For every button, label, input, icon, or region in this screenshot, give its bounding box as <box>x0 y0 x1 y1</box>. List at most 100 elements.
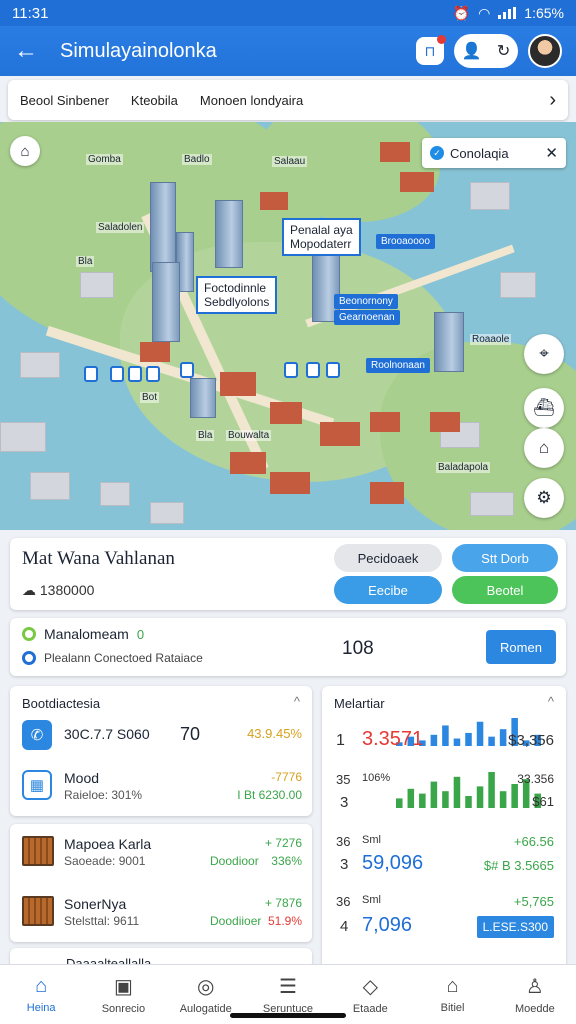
nav-bitiel[interactable]: ⌂ Bitiel <box>411 965 493 1024</box>
account-toggle[interactable]: 👤 ↻ <box>454 34 518 68</box>
map-label: Saladolen <box>96 222 145 233</box>
action-button-1[interactable]: Pecidoaek <box>334 544 442 572</box>
map-roof <box>400 172 434 192</box>
pin-drop-icon[interactable]: ⌂ <box>524 428 564 468</box>
avatar[interactable] <box>528 34 562 68</box>
action-button-2[interactable]: Stt Dorb <box>452 544 558 572</box>
info-title: Manalomeam <box>44 626 129 642</box>
map-tag[interactable]: Beonornony <box>334 294 398 309</box>
metric-right: +5,765 <box>513 894 554 909</box>
metric-value: 7,096 <box>362 914 413 936</box>
metric-left: 3 <box>340 794 349 811</box>
info-badge: 0 <box>136 626 145 642</box>
map-pin[interactable] <box>306 362 320 378</box>
info-button[interactable]: Romen <box>486 630 556 664</box>
map-tag[interactable]: Brooaoooo <box>376 234 435 249</box>
map-roof <box>370 482 404 504</box>
map-pin[interactable] <box>110 366 124 382</box>
chart-bar <box>442 791 449 808</box>
refresh-icon[interactable]: ↻ <box>497 41 510 61</box>
property-card: Mat Wana Vahlanan ☁ 1380000 Pecidoaek St… <box>10 538 566 610</box>
list-item[interactable]: ▦ Mood Raieloe: 301% -7776 I Bt 6230.00 <box>20 768 302 804</box>
filter-field-3[interactable]: Monoen londyaira <box>200 93 303 108</box>
map-pin[interactable] <box>180 362 194 378</box>
settings-icon[interactable]: ⚙ <box>524 478 564 518</box>
map-pin[interactable] <box>326 362 340 378</box>
chart-bar <box>499 729 507 746</box>
signal-icon <box>498 7 517 19</box>
map-tower <box>150 182 176 272</box>
map-roof <box>320 422 360 446</box>
map-label: Badlo <box>182 154 212 165</box>
list-item[interactable]: Mapoea Karla Saoeade: 9001 Doodioor + 72… <box>20 834 302 870</box>
row-title: SonerNya <box>64 896 127 912</box>
building-icon: ▦ <box>22 770 52 800</box>
filter-field-2[interactable]: Kteobila <box>131 93 178 108</box>
map-pin[interactable] <box>128 366 142 382</box>
back-arrow-icon[interactable]: ← <box>14 37 42 65</box>
metric-mid: Sml <box>362 894 381 906</box>
close-icon[interactable]: ✕ <box>545 144 558 162</box>
map-building <box>470 492 514 516</box>
row-mid: Doodiioer <box>210 914 262 928</box>
user-icon[interactable]: 👤 <box>462 41 482 61</box>
landmark-icon[interactable]: ⌂ <box>10 136 40 166</box>
map-pin[interactable] <box>84 366 98 382</box>
map-building <box>100 482 130 506</box>
panel-title: Melartiar <box>334 696 385 711</box>
map-callout[interactable]: Penalal aya Mopodaterr <box>282 218 361 256</box>
action-button-3[interactable]: Eecibe <box>334 576 442 604</box>
map-roof <box>230 452 266 474</box>
callout-line: Penalal aya <box>290 223 353 237</box>
map-tag[interactable]: Roolnonaan <box>366 358 430 373</box>
chart-bar <box>488 772 495 808</box>
chart-bar <box>430 781 438 808</box>
phone-icon: ✆ <box>22 720 52 750</box>
chart-bar <box>488 736 495 746</box>
map-callout[interactable]: Foctodinnle Sebdlyolons <box>196 276 278 314</box>
nav-home[interactable]: ⌂ Heina <box>0 965 82 1024</box>
metric-mid: 106% <box>362 772 391 784</box>
check-icon: ✓ <box>430 146 444 160</box>
notification-dot <box>437 35 446 44</box>
info-number: 108 <box>342 638 374 659</box>
list-item[interactable]: ✆ 30C.7.7 S060 70 43.9.45% <box>20 718 302 754</box>
map-label: Bot <box>140 392 160 403</box>
left-panel-2: Mapoea Karla Saoeade: 9001 Doodioor + 72… <box>10 824 312 942</box>
row-value-2: 51.9% <box>267 914 302 928</box>
alarm-icon: ⏰ <box>452 4 471 21</box>
store-icon: ▣ <box>113 976 133 998</box>
map-roof <box>260 192 288 210</box>
row-value-2: I Bt 6230.00 <box>237 788 302 802</box>
map-tower <box>152 262 180 342</box>
chip-label: Conolaqia <box>450 145 509 161</box>
user-location-icon[interactable]: ⌖ <box>524 334 564 374</box>
nav-sonrecio[interactable]: ▣ Sonrecio <box>82 965 164 1024</box>
nav-label: Bitiel <box>440 1002 465 1014</box>
map-building <box>80 272 114 298</box>
filter-bar[interactable]: Beool Sinbener Kteobila Monoen londyaira… <box>8 80 568 120</box>
chevron-up-icon[interactable]: ^ <box>294 694 300 709</box>
chevron-up-icon[interactable]: ^ <box>548 694 554 709</box>
clock: 11:31 <box>12 4 49 22</box>
map-pin[interactable] <box>146 366 160 382</box>
map-pin[interactable] <box>284 362 298 378</box>
chevron-right-icon[interactable]: › <box>549 89 556 112</box>
list-item[interactable]: SonerNya Stelsttal: 9611 Doodiioer + 787… <box>20 894 302 930</box>
filter-field-1[interactable]: Beool Sinbener <box>20 93 109 108</box>
map-filter-chip[interactable]: ✓ Conolaqia ✕ <box>422 138 566 168</box>
nav-moedde[interactable]: ♙ Moedde <box>494 965 576 1024</box>
map-roof <box>370 412 400 432</box>
row-mid: Doodioor <box>210 854 259 868</box>
map-tag[interactable]: Gearnoenan <box>334 310 400 325</box>
callout-line: Foctodinnle <box>204 281 267 295</box>
property-name: Mat Wana Vahlanan <box>22 548 175 569</box>
map-label: Bla <box>196 430 215 441</box>
boat-icon[interactable]: ⛴ <box>524 388 564 428</box>
notification-icon[interactable]: ⊓ <box>416 35 446 65</box>
map-view[interactable]: Gomba Badlo Salaau Saladolen Bla Roaaole… <box>0 122 576 530</box>
metric-tag[interactable]: L.ESE.S300 <box>476 916 554 938</box>
action-button-4[interactable]: Beotel <box>452 576 558 604</box>
battery-level: 1:65% <box>524 5 564 21</box>
chart-bar <box>476 721 484 746</box>
